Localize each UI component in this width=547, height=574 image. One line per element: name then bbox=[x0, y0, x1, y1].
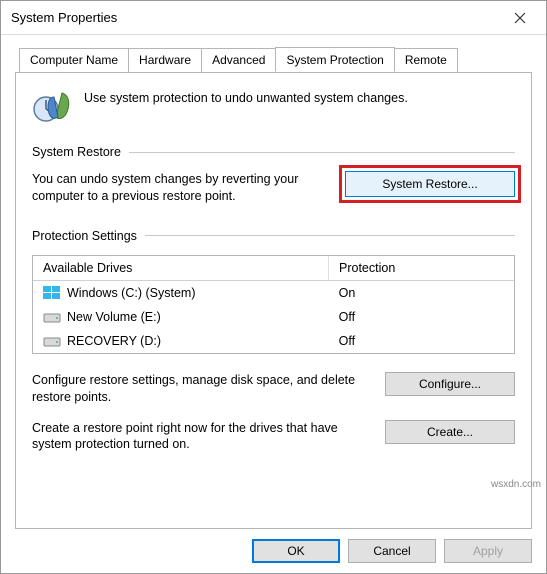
tab-system-protection[interactable]: System Protection bbox=[275, 47, 394, 72]
system-restore-description: You can undo system changes by reverting… bbox=[32, 171, 325, 205]
apply-button[interactable]: Apply bbox=[444, 539, 532, 563]
drives-table-header: Available Drives Protection bbox=[33, 256, 514, 281]
disk-drive-icon bbox=[43, 334, 61, 348]
create-row: Create a restore point right now for the… bbox=[32, 420, 515, 454]
system-properties-window: System Properties Computer Name Hardware… bbox=[0, 0, 547, 574]
close-icon bbox=[514, 12, 526, 24]
drives-table-body: Windows (C:) (System) On New Volume (E:)… bbox=[33, 281, 514, 353]
table-row[interactable]: New Volume (E:) Off bbox=[33, 305, 514, 329]
drive-name: Windows (C:) (System) bbox=[67, 286, 195, 300]
drive-name: New Volume (E:) bbox=[67, 310, 161, 324]
tab-strip: Computer Name Hardware Advanced System P… bbox=[15, 47, 532, 72]
windows-drive-icon bbox=[43, 286, 61, 300]
drives-table: Available Drives Protection Windows (C:)… bbox=[32, 255, 515, 354]
create-description: Create a restore point right now for the… bbox=[32, 420, 365, 454]
table-row[interactable]: Windows (C:) (System) On bbox=[33, 281, 514, 305]
configure-button[interactable]: Configure... bbox=[385, 372, 515, 396]
tab-computer-name[interactable]: Computer Name bbox=[19, 48, 129, 73]
intro-text: Use system protection to undo unwanted s… bbox=[84, 87, 408, 127]
configure-row: Configure restore settings, manage disk … bbox=[32, 372, 515, 406]
drive-protection: Off bbox=[329, 308, 514, 326]
configure-description: Configure restore settings, manage disk … bbox=[32, 372, 365, 406]
tab-hardware[interactable]: Hardware bbox=[128, 48, 202, 73]
system-restore-button[interactable]: System Restore... bbox=[345, 171, 515, 197]
system-restore-row: You can undo system changes by reverting… bbox=[32, 171, 515, 205]
titlebar: System Properties bbox=[1, 1, 546, 35]
create-button[interactable]: Create... bbox=[385, 420, 515, 444]
disk-drive-icon bbox=[43, 310, 61, 324]
content-area: Computer Name Hardware Advanced System P… bbox=[1, 35, 546, 529]
system-restore-group-header: System Restore bbox=[32, 145, 515, 159]
window-title: System Properties bbox=[11, 10, 498, 25]
protection-settings-group-header: Protection Settings bbox=[32, 229, 515, 243]
tab-remote[interactable]: Remote bbox=[394, 48, 458, 73]
drive-name: RECOVERY (D:) bbox=[67, 334, 161, 348]
drive-protection: Off bbox=[329, 332, 514, 350]
system-restore-label: System Restore bbox=[32, 145, 121, 159]
column-protection[interactable]: Protection bbox=[329, 256, 514, 280]
intro-row: Use system protection to undo unwanted s… bbox=[32, 87, 515, 127]
protection-settings-label: Protection Settings bbox=[32, 229, 137, 243]
dialog-footer: OK Cancel Apply bbox=[1, 529, 546, 573]
ok-button[interactable]: OK bbox=[252, 539, 340, 563]
cancel-button[interactable]: Cancel bbox=[348, 539, 436, 563]
close-button[interactable] bbox=[498, 3, 542, 33]
column-available-drives[interactable]: Available Drives bbox=[33, 256, 329, 280]
table-row[interactable]: RECOVERY (D:) Off bbox=[33, 329, 514, 353]
tab-panel: Use system protection to undo unwanted s… bbox=[15, 72, 532, 529]
watermark: wsxdn.com bbox=[491, 479, 541, 490]
tab-advanced[interactable]: Advanced bbox=[201, 48, 276, 73]
drive-protection: On bbox=[329, 284, 514, 302]
system-protection-icon bbox=[32, 87, 72, 127]
